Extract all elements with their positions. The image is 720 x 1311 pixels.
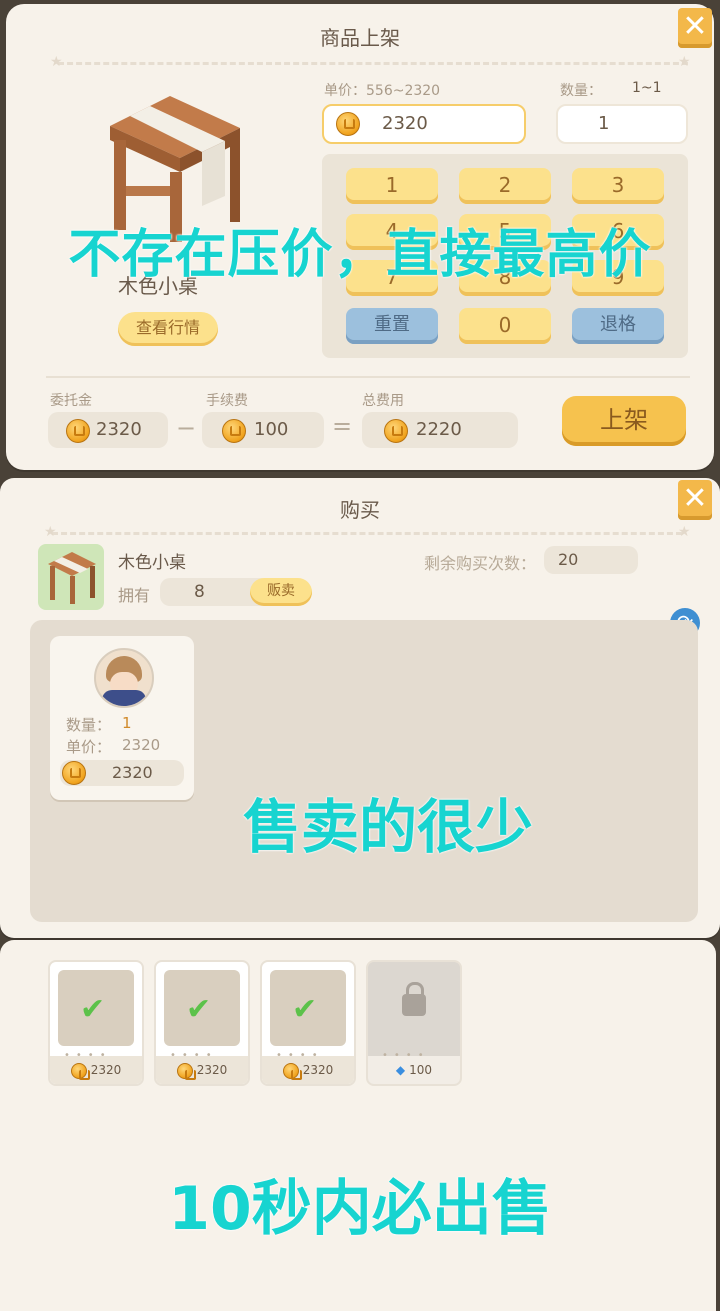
star-icon: ★ xyxy=(678,524,691,540)
purchase-title: 购买 xyxy=(340,498,380,522)
market-button[interactable]: 查看行情 xyxy=(118,312,218,346)
item-thumbnail xyxy=(38,544,104,610)
slot-price: 2320 xyxy=(50,1056,142,1084)
divider xyxy=(52,532,682,535)
coin-icon xyxy=(176,1062,196,1080)
remaining-value: 20 xyxy=(558,550,579,569)
remaining-field: 20 xyxy=(544,546,638,574)
slot-price-value: 100 xyxy=(409,1063,433,1077)
coin-icon xyxy=(282,1062,302,1080)
seller-qty-value: 1 xyxy=(122,714,132,732)
divider xyxy=(46,376,690,378)
close-button[interactable]: ✕ xyxy=(678,8,712,48)
price-input[interactable]: 2320 xyxy=(322,104,526,144)
slot-price: ◆ 100 xyxy=(368,1056,460,1084)
seller-price-label: 单价： xyxy=(66,738,112,756)
coin-icon xyxy=(222,419,246,443)
checkmark-icon: ✔ xyxy=(80,992,106,1027)
coin-icon xyxy=(384,419,408,443)
diamond-icon: ◆ xyxy=(395,1063,406,1077)
deposit-label: 委托金 xyxy=(50,393,92,409)
slot-price: 2320 xyxy=(156,1056,248,1084)
key-0[interactable]: 0 xyxy=(459,308,551,344)
stall-slot-locked[interactable]: •••• ◆100 xyxy=(366,960,462,1086)
equals-sign: = xyxy=(332,412,353,440)
seller-card[interactable]: 数量： 1 单价： 2320 2320 xyxy=(50,636,194,800)
purchase-panel: 购买 ✕ ★ ★ 木色小桌 拥有 8 贩卖 剩余购买次数： 20 ⟳ 数量： 1 xyxy=(0,478,720,938)
owned-value: 8 xyxy=(194,582,205,602)
stall-slot[interactable]: ✔ •••• 2320 xyxy=(260,960,356,1086)
avatar xyxy=(94,648,154,708)
price-value: 2320 xyxy=(382,113,428,134)
key-1[interactable]: 1 xyxy=(346,168,438,204)
slot-price: 2320 xyxy=(262,1056,354,1084)
fee-field: 100 xyxy=(202,412,324,448)
slot-price-value: 2320 xyxy=(90,1063,122,1077)
qty-label: 数量： xyxy=(560,83,602,99)
remaining-label: 剩余购买次数： xyxy=(424,554,537,573)
deposit-value: 2320 xyxy=(96,419,142,440)
checkmark-icon: ✔ xyxy=(292,992,318,1027)
star-icon: ★ xyxy=(50,54,63,70)
slot-price-value: 2320 xyxy=(196,1063,228,1077)
qty-value: 1 xyxy=(598,113,610,134)
minus-sign: − xyxy=(176,414,197,442)
total-label: 总费用 xyxy=(362,393,404,409)
unit-price-label: 单价：556~2320 xyxy=(324,83,441,99)
fee-value: 100 xyxy=(254,419,289,440)
slot-price-value: 2320 xyxy=(302,1063,334,1077)
overlay-caption-3: 10秒内必出售 xyxy=(168,1174,552,1244)
star-icon: ★ xyxy=(678,54,691,70)
backspace-key[interactable]: 退格 xyxy=(572,308,664,344)
sell-button[interactable]: 贩卖 xyxy=(250,578,312,606)
reset-key[interactable]: 重置 xyxy=(346,308,438,344)
coin-icon xyxy=(66,419,90,443)
fee-label: 手续费 xyxy=(206,393,248,409)
listing-title: 商品上架 xyxy=(320,26,400,50)
overlay-caption-2: 售卖的很少 xyxy=(242,793,533,861)
coin-icon xyxy=(336,112,360,136)
owned-label: 拥有 xyxy=(118,586,151,605)
wooden-table-icon xyxy=(48,552,96,604)
seller-qty-label: 数量： xyxy=(66,716,112,734)
overlay-caption-1: 不存在压价，直接最高价 xyxy=(68,225,652,285)
stall-slot[interactable]: ✔ •••• 2320 xyxy=(154,960,250,1086)
qty-input[interactable]: 1 xyxy=(556,104,688,144)
listing-area: 数量： 1 单价： 2320 2320 xyxy=(30,620,698,922)
total-field: 2220 xyxy=(362,412,518,448)
divider xyxy=(58,62,688,65)
qty-range: 1~1 xyxy=(632,80,662,96)
coin-icon xyxy=(70,1062,90,1080)
lock-icon xyxy=(402,982,426,1016)
seller-price-value: 2320 xyxy=(122,736,161,754)
stall-panel: ✔ •••• 2320 ✔ •••• 2320 ✔ •••• 2320 ••••… xyxy=(0,940,716,1311)
checkmark-icon: ✔ xyxy=(186,992,212,1027)
purchase-item-name: 木色小桌 xyxy=(118,553,186,573)
close-button[interactable]: ✕ xyxy=(678,480,712,520)
star-icon: ★ xyxy=(44,524,57,540)
stall-slot[interactable]: ✔ •••• 2320 xyxy=(48,960,144,1086)
deposit-field: 2320 xyxy=(48,412,168,448)
total-value: 2220 xyxy=(416,419,462,440)
key-3[interactable]: 3 xyxy=(572,168,664,204)
list-item-button[interactable]: 上架 xyxy=(562,396,686,446)
key-2[interactable]: 2 xyxy=(459,168,551,204)
